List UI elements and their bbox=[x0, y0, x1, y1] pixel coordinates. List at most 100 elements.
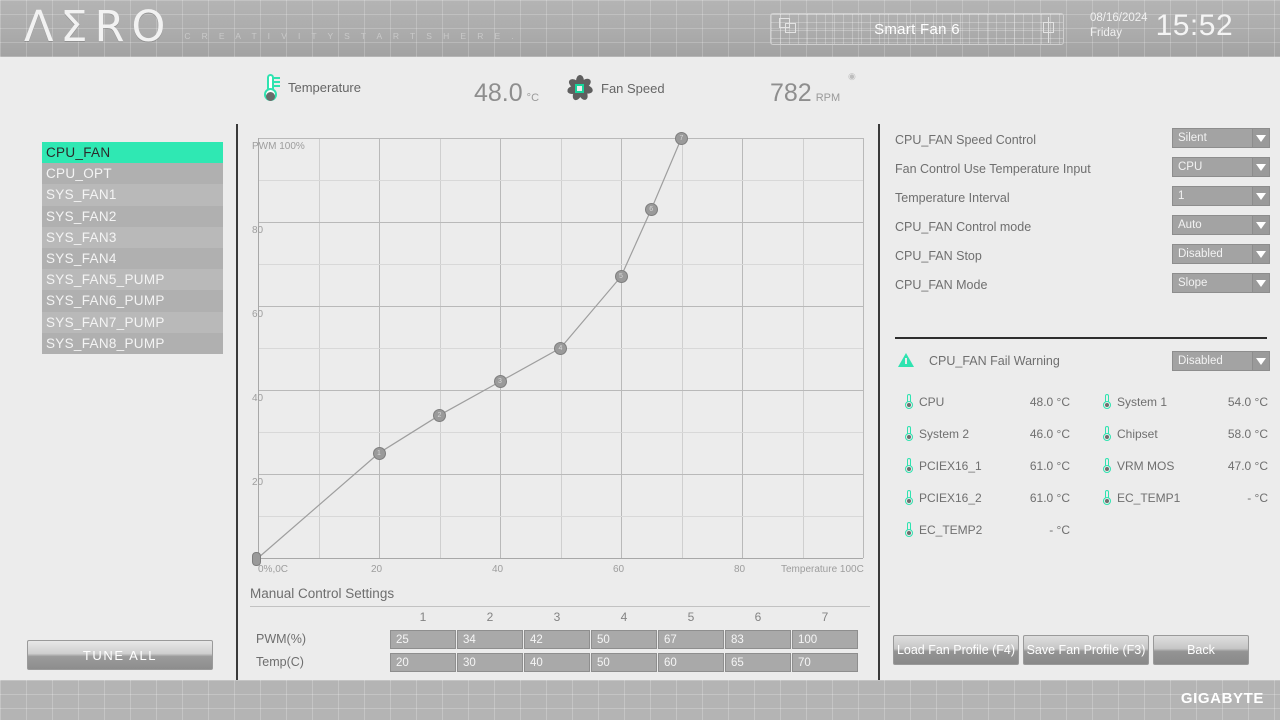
manual-control-cell[interactable]: 100 bbox=[792, 630, 858, 649]
temperature-sensor-name: PCIEX16_2 bbox=[919, 491, 982, 505]
setting-label: Temperature Interval bbox=[895, 191, 1010, 205]
mini-thermometer-icon bbox=[1103, 426, 1111, 441]
manual-control-cell[interactable]: 67 bbox=[658, 630, 724, 649]
manual-control-rule bbox=[250, 606, 870, 607]
temperature-sensor-name: PCIEX16_1 bbox=[919, 459, 982, 473]
mini-thermometer-icon bbox=[905, 458, 913, 473]
fail-warning-row[interactable]: CPU_FAN Fail Warning Disabled bbox=[895, 350, 1275, 374]
chart-point-handle[interactable]: 3 bbox=[493, 375, 507, 389]
temperature-sensor-value: - °C bbox=[1247, 491, 1268, 505]
chart-point-handle[interactable]: 1 bbox=[372, 446, 386, 460]
chart-point-handle[interactable]: 6 bbox=[644, 202, 658, 216]
setting-label: CPU_FAN Speed Control bbox=[895, 133, 1037, 147]
temperature-sensor-value: 46.0 °C bbox=[1029, 427, 1070, 441]
warning-triangle-icon bbox=[898, 353, 914, 367]
chart-point-handle[interactable]: 5 bbox=[614, 270, 628, 284]
temperature-sensor-name: CPU bbox=[919, 395, 945, 409]
chart-point-handle[interactable]: 2 bbox=[433, 408, 446, 422]
manual-control-cell[interactable]: 20 bbox=[390, 653, 456, 672]
setting-value: Slope bbox=[1178, 277, 1208, 289]
manual-control-cell[interactable]: 83 bbox=[725, 630, 791, 649]
mini-thermometer-icon bbox=[905, 522, 913, 537]
chevron-down-icon[interactable] bbox=[1252, 187, 1269, 205]
mini-thermometer-icon bbox=[905, 426, 913, 441]
chart-origin-handle[interactable] bbox=[252, 552, 261, 566]
temperature-sensor-value: 58.0 °C bbox=[1227, 427, 1268, 441]
fail-warning-value: Disabled bbox=[1178, 355, 1223, 367]
manual-control-cell[interactable]: 42 bbox=[524, 630, 590, 649]
setting-dropdown[interactable]: 1 bbox=[1172, 186, 1270, 206]
manual-control-cell[interactable]: 40 bbox=[524, 653, 590, 672]
fan-settings-panel[interactable]: CPU_FAN Speed Control Silent Fan Control U… bbox=[895, 128, 1275, 302]
manual-control-row-label: Temp(C) bbox=[256, 655, 304, 669]
manual-control-cell[interactable]: 70 bbox=[792, 653, 858, 672]
manual-control-title: Manual Control Settings bbox=[250, 586, 395, 601]
chevron-down-icon[interactable] bbox=[1252, 352, 1269, 370]
setting-row: CPU_FAN Control mode Auto bbox=[895, 215, 1275, 244]
temperature-sensor-value: 61.0 °C bbox=[1029, 491, 1070, 505]
back-button[interactable]: Back bbox=[1153, 635, 1249, 665]
save-fan-profile-button[interactable]: Save Fan Profile (F3) bbox=[1023, 635, 1149, 665]
temperature-sensor-name: EC_TEMP1 bbox=[1117, 491, 1181, 505]
temperature-sensor-value: 54.0 °C bbox=[1227, 395, 1268, 409]
temperature-sensor-name: Chipset bbox=[1117, 427, 1158, 441]
setting-label: CPU_FAN Stop bbox=[895, 249, 982, 263]
setting-label: CPU_FAN Control mode bbox=[895, 220, 1032, 234]
manual-control-row-label: PWM(%) bbox=[256, 632, 306, 646]
chevron-down-icon[interactable] bbox=[1252, 245, 1269, 263]
fail-warning-dropdown[interactable]: Disabled bbox=[1172, 351, 1270, 371]
mini-thermometer-icon bbox=[1103, 458, 1111, 473]
footer-grid-pattern bbox=[0, 680, 1280, 720]
mini-thermometer-icon bbox=[905, 394, 913, 409]
temperature-sensor-name: System 2 bbox=[919, 427, 970, 441]
fail-warning-label: CPU_FAN Fail Warning bbox=[929, 354, 1060, 368]
manual-control-cell[interactable]: 65 bbox=[725, 653, 791, 672]
bios-smart-fan-screen: ΛΣRO C R E A T I V I T Y S T A R T S H E… bbox=[0, 0, 1280, 720]
chevron-down-icon[interactable] bbox=[1252, 129, 1269, 147]
manual-control-cell[interactable]: 30 bbox=[457, 653, 523, 672]
manual-control-column-header: 2 bbox=[486, 610, 494, 624]
setting-value: 1 bbox=[1178, 190, 1185, 202]
app-footer: GIGABYTE bbox=[0, 680, 1280, 720]
load-fan-profile-button[interactable]: Load Fan Profile (F4) bbox=[893, 635, 1019, 665]
chart-point-handle[interactable]: 4 bbox=[554, 341, 567, 355]
setting-row: Fan Control Use Temperature Input CPU bbox=[895, 157, 1275, 186]
temperature-sensor-name: EC_TEMP2 bbox=[919, 523, 983, 537]
chevron-down-icon[interactable] bbox=[1252, 274, 1269, 292]
setting-label: CPU_FAN Mode bbox=[895, 278, 988, 292]
setting-row: CPU_FAN Speed Control Silent bbox=[895, 128, 1275, 157]
mini-thermometer-icon bbox=[1103, 394, 1111, 409]
chevron-down-icon[interactable] bbox=[1252, 158, 1269, 176]
setting-value: CPU bbox=[1178, 161, 1203, 173]
temperature-sensor-name: System 1 bbox=[1117, 395, 1168, 409]
temperature-sensor-value: 48.0 °C bbox=[1029, 395, 1070, 409]
setting-row: CPU_FAN Mode Slope bbox=[895, 273, 1275, 302]
setting-value: Auto bbox=[1178, 219, 1202, 231]
setting-dropdown[interactable]: Disabled bbox=[1172, 244, 1270, 264]
temperature-sensor-name: VRM MOS bbox=[1117, 459, 1175, 473]
manual-control-column-header: 3 bbox=[553, 610, 561, 624]
setting-value: Silent bbox=[1178, 132, 1207, 144]
manual-control-cell[interactable]: 50 bbox=[591, 630, 657, 649]
manual-control-cell[interactable]: 60 bbox=[658, 653, 724, 672]
manual-control-column-header: 1 bbox=[419, 610, 427, 624]
setting-dropdown[interactable]: Slope bbox=[1172, 273, 1270, 293]
mini-thermometer-icon bbox=[1103, 490, 1111, 505]
chevron-down-icon[interactable] bbox=[1252, 216, 1269, 234]
gigabyte-brand: GIGABYTE bbox=[1180, 690, 1264, 707]
mini-thermometer-icon bbox=[905, 490, 913, 505]
setting-value: Disabled bbox=[1178, 248, 1223, 260]
setting-row: CPU_FAN Stop Disabled bbox=[895, 244, 1275, 273]
manual-control-column-header: 7 bbox=[821, 610, 829, 624]
manual-control-cell[interactable]: 25 bbox=[390, 630, 456, 649]
manual-control-column-header: 5 bbox=[687, 610, 695, 624]
settings-separator bbox=[895, 337, 1267, 339]
setting-dropdown[interactable]: CPU bbox=[1172, 157, 1270, 177]
manual-control-cell[interactable]: 50 bbox=[591, 653, 657, 672]
chart-point-handle[interactable]: 7 bbox=[675, 131, 688, 145]
setting-row: Temperature Interval 1 bbox=[895, 186, 1275, 215]
manual-control-cell[interactable]: 34 bbox=[457, 630, 523, 649]
setting-dropdown[interactable]: Silent bbox=[1172, 128, 1270, 148]
setting-dropdown[interactable]: Auto bbox=[1172, 215, 1270, 235]
temperature-sensor-value: 61.0 °C bbox=[1029, 459, 1070, 473]
